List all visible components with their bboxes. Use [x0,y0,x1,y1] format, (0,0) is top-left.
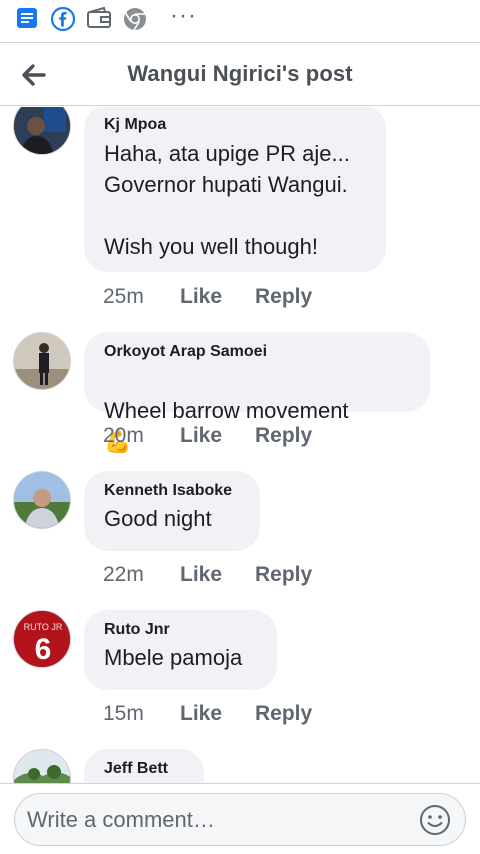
comment-text: Wheel barrow movement [104,398,349,423]
comment-bubble: Orkoyot Arap Samoei Wheel barrow movemen… [84,332,430,454]
page-title: Wangui Ngirici's post [127,61,353,86]
avatar-jersey-number: 6 [35,633,52,666]
avatar[interactable] [13,471,71,529]
comment-author[interactable]: Ruto Jnr [104,620,257,640]
comment-composer-bar [0,783,480,854]
more-dots-icon: ··· [170,2,197,29]
avatar-photo [14,107,70,154]
comment-author[interactable]: Orkoyot Arap Samoei [104,342,410,362]
comment-bubble: Ruto Jnr Mbele pamoja [84,610,277,690]
comment-time: 25m [103,285,144,308]
comment-author[interactable]: Kj Mpoa [104,115,366,135]
reply-button[interactable]: Reply [255,563,312,587]
reply-button[interactable]: Reply [255,285,312,309]
chrome-icon [124,8,146,31]
comment-time: 15m [103,702,144,725]
avatar[interactable] [13,107,71,155]
comments-list: Kj Mpoa Haha, ata upige PR aje... Govern… [0,107,480,783]
avatar[interactable] [13,749,71,783]
comment-time: 20m [103,424,144,447]
reply-button[interactable]: Reply [255,424,312,448]
comment-bubble: Kenneth Isaboke Good night [84,471,260,551]
like-button[interactable]: Like [180,285,222,309]
facebook-icon [50,6,76,32]
avatar-photo [14,472,70,528]
comment-text: Mbele pamoja [104,645,243,670]
avatar[interactable] [13,332,71,390]
comment-text: Haha, ata upige PR aje... Governor hupat… [104,141,350,259]
reply-button[interactable]: Reply [255,702,312,726]
comment-author[interactable]: Jeff Bett [104,759,184,779]
notes-icon [17,8,37,28]
comment-time: 22m [103,563,144,586]
post-header: Wangui Ngirici's post [0,42,480,106]
status-bar: ··· [0,0,480,38]
comment-input[interactable] [25,800,409,840]
comment-text: Good night [104,506,212,531]
like-button[interactable]: Like [180,424,222,448]
like-button[interactable]: Like [180,563,222,587]
like-button[interactable]: Like [180,702,222,726]
wallet-icon [87,6,111,28]
avatar-photo [14,333,70,389]
smiley-icon[interactable] [419,804,451,836]
comment-composer [14,793,466,846]
avatar-jersey-name: RUTO JR [24,622,63,632]
comment-bubble: Jeff Bett [84,749,204,783]
comment-author[interactable]: Kenneth Isaboke [104,481,240,501]
avatar-photo: RUTO JR 6 [14,611,70,667]
comment-bubble: Kj Mpoa Haha, ata upige PR aje... Govern… [84,107,386,272]
avatar[interactable]: RUTO JR 6 [13,610,71,668]
avatar-photo [14,750,70,783]
